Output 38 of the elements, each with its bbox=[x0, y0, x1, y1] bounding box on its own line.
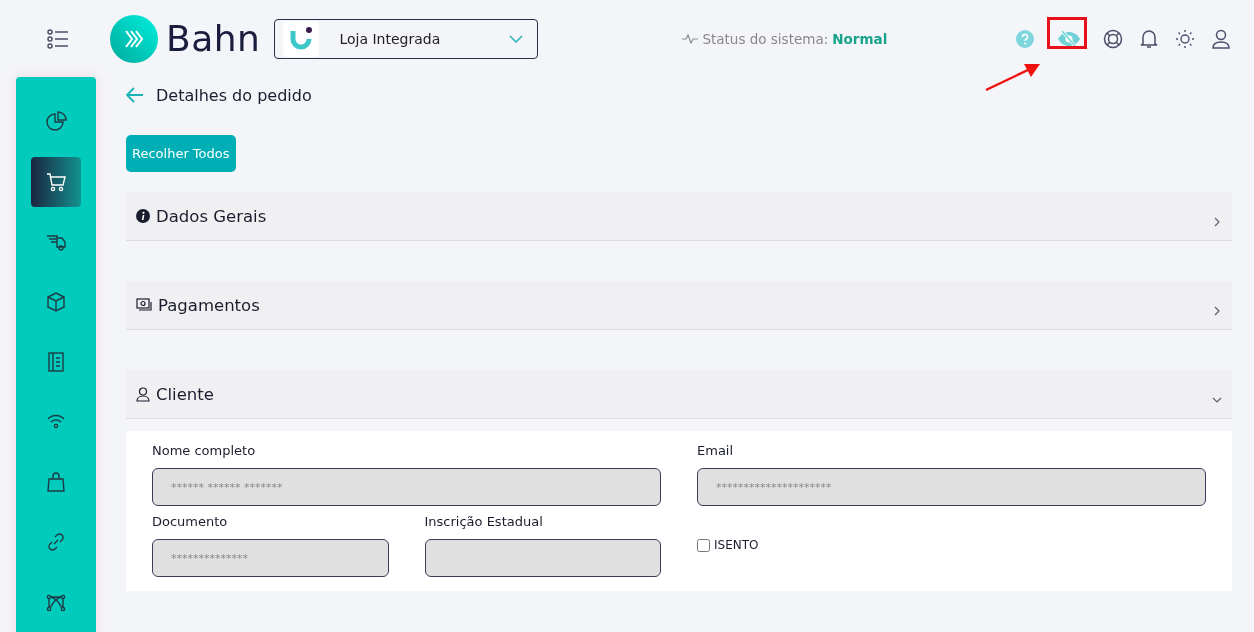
store-select[interactable]: Loja Integrada bbox=[274, 18, 539, 59]
section-header[interactable]: Dados Gerais bbox=[126, 192, 1232, 241]
box-icon bbox=[45, 291, 67, 313]
pie-chart-icon bbox=[45, 111, 67, 133]
eye-slash-icon[interactable] bbox=[1057, 28, 1081, 49]
money-icon bbox=[136, 298, 152, 312]
chevron-right-icon bbox=[1212, 217, 1222, 227]
chevron-down-icon bbox=[1212, 395, 1222, 405]
status-label: Status do sistema: bbox=[702, 30, 829, 47]
notebook-icon bbox=[45, 351, 67, 373]
field-label: Documento bbox=[152, 514, 229, 529]
menu-icon[interactable] bbox=[47, 28, 69, 49]
field-label: Email bbox=[697, 443, 735, 458]
page-title: Detalhes do pedido bbox=[156, 85, 312, 105]
field-label: Inscrição Estadual bbox=[424, 514, 544, 529]
sun-icon[interactable] bbox=[1175, 28, 1195, 49]
shopping-bag-icon bbox=[45, 471, 67, 493]
back-arrow-icon[interactable] bbox=[126, 87, 144, 103]
info-icon bbox=[136, 209, 150, 223]
lifebuoy-icon[interactable] bbox=[1103, 28, 1123, 49]
cart-icon bbox=[45, 171, 67, 193]
checkbox[interactable] bbox=[697, 538, 710, 552]
status-value: Normal bbox=[832, 30, 888, 47]
brand-name: Bahn bbox=[166, 18, 261, 59]
user-icon bbox=[136, 386, 150, 402]
store-logo-icon bbox=[283, 20, 320, 57]
pulse-icon bbox=[682, 33, 699, 44]
link-icon bbox=[45, 531, 67, 553]
section-header[interactable]: Cliente bbox=[126, 370, 1232, 419]
logo-icon bbox=[110, 14, 158, 63]
sidebar-item[interactable] bbox=[31, 157, 81, 207]
checkbox-label: ISENTO bbox=[714, 538, 759, 552]
chevron-down-icon bbox=[509, 34, 524, 43]
section-header[interactable]: Pagamentos bbox=[126, 281, 1232, 330]
chevron-right-icon bbox=[1212, 306, 1222, 316]
user-icon[interactable] bbox=[1212, 28, 1230, 49]
field-label: Nome completo bbox=[152, 443, 257, 458]
bell-icon[interactable] bbox=[1140, 28, 1158, 49]
